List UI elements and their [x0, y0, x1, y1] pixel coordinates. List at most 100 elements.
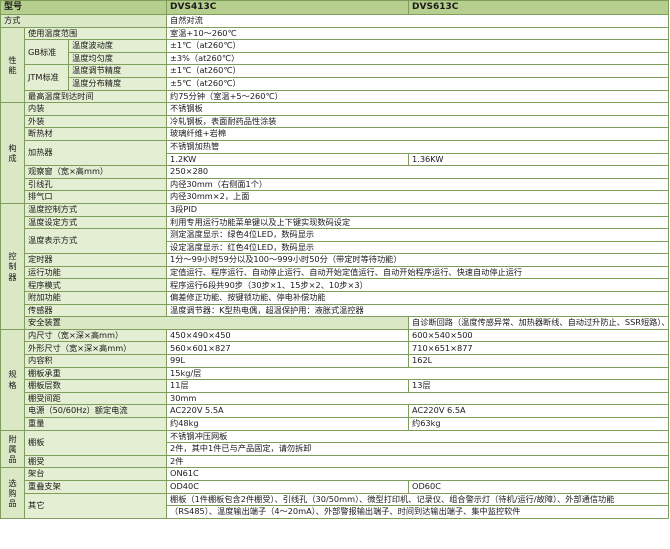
run-func-label: 运行功能	[23, 265, 168, 280]
spec-inner-size-row: 规格 内尺寸（宽×深×高mm） 450×490×450 600×540×500	[0, 328, 670, 431]
ctrl-run-row: 运行功能 定值运行、程序运行、自动停止运行、自动开始定值运行、自动开始程序运行、…	[1, 265, 670, 280]
acc-shelf-material: 不锈钢冲压网板	[166, 429, 670, 444]
model-label: 型号	[0, 0, 168, 15]
stack-613: OD60C	[408, 479, 670, 494]
fluctuation-label: 温度波动度	[67, 39, 168, 53]
window-label: 观察窗（宽×高mm）	[23, 165, 168, 179]
fluctuation-value: ±1℃（at260℃）	[166, 39, 670, 53]
opt-stand-row: 选购品 架台 ON61C	[0, 467, 670, 519]
acc-shelf-rest-label: 棚受	[23, 454, 168, 469]
insulation-value: 玻璃纤维+岩棉	[166, 127, 670, 141]
cons-inner-row: 构成 内装 不锈钢板	[0, 102, 670, 204]
spec-table: 型号 DVS413C DVS613C 方式 自然对流 性能 使用温度范围 室温+…	[0, 0, 670, 519]
stand-value: ON61C	[166, 467, 670, 481]
heater-material: 不锈钢加热管	[166, 139, 670, 154]
opt-other-row: 其它 棚板（1件棚板包含2件棚受）、引线孔（30/50mm）、微型打印机、记录仪…	[1, 492, 670, 519]
ctrl-method-row: 控制器 温度控制方式 3段PID	[0, 202, 670, 330]
perf-fluctuation-row: GB标准 温度波动度 ±1℃（at260℃）	[1, 39, 670, 66]
cons-exhaust-row: 排气口 内径30mm×2，上面	[1, 190, 670, 204]
heater-power-413: 1.2KW	[166, 152, 410, 167]
accessories-category: 附属品	[0, 429, 25, 469]
opt-stack-row: 重叠支架 OD40C OD60C	[1, 479, 670, 494]
inner-size-613: 600×540×500	[408, 328, 670, 343]
cons-outer-row: 外装 冷轧钢板，表面耐药品性涂装	[1, 114, 670, 129]
heater-power-613: 1.36KW	[408, 152, 670, 167]
ctrl-setting-row: 温度设定方式 利用专用运行功能菜单键以及上下键实现数码设定	[1, 215, 670, 230]
volume-613: 162L	[408, 354, 670, 368]
distribution-value: ±5℃（at260℃）	[166, 76, 670, 91]
acc-shelf-rest-value: 2件	[166, 454, 670, 469]
other-line1: 棚板（1件棚板包含2件棚受）、引线孔（30/50mm）、微型打印机、记录仪、组合…	[166, 492, 670, 507]
control-method-value: 3段PID	[166, 202, 670, 217]
shelf-gap-value: 30mm	[166, 391, 670, 406]
acc-shelf-note: 2件，其中1件已与产品固定，请勿拆卸	[166, 442, 670, 456]
weight-613: 约63kg	[408, 417, 670, 431]
safety-label: 安全装置	[23, 316, 410, 330]
lead-hole-value: 内径30mm（右侧面1个）	[166, 177, 670, 192]
ctrl-sensor-row: 传感器 温度调节器：K型热电偶，超温保护用：液胀式温控器	[1, 303, 670, 318]
spec-power-row: 电源（50/60Hz）额定电流 AC220V 5.5A AC220V 6.5A	[1, 404, 670, 418]
outer-size-413: 560×601×827	[166, 341, 410, 356]
extra-func-label: 附加功能	[23, 291, 168, 305]
other-line2: （RS485）、温度输出端子（4～20mA）、外部警报输出端子、时间到达输出端子…	[166, 505, 670, 519]
safety-value: 自诊断回路（温度传感异常、加热器断线、自动过升防止、SSR短路）、独立过升防止器…	[408, 316, 670, 330]
program-label: 程序模式	[23, 278, 168, 293]
jtm-standard-label: JTM标准	[24, 64, 69, 91]
adjust-value: ±1℃（at260℃）	[166, 64, 670, 78]
ctrl-display-row: 温度表示方式 测定温度显示：绿色4位LED，数码显示	[1, 228, 670, 255]
header-row: 型号 DVS413C DVS613C	[0, 0, 670, 15]
uniformity-value: ±3%（at260℃）	[166, 51, 670, 66]
volume-label: 内容积	[23, 354, 168, 368]
stand-label: 架台	[23, 467, 168, 481]
spec-weight-row: 重量 约48kg 约63kg	[1, 417, 670, 431]
uniformity-label: 温度均匀度	[67, 51, 168, 66]
window-value: 250×280	[166, 165, 670, 179]
cons-insulation-row: 断热材 玻璃纤维+岩棉	[1, 127, 670, 141]
shelf-gap-label: 棚受间距	[23, 391, 168, 406]
inner-size-413: 450×490×450	[166, 328, 410, 343]
outer-size-label: 外形尺寸（宽×深×高mm）	[23, 341, 168, 356]
perf-temp-range-row: 性能 使用温度范围 室温+10～260℃	[0, 26, 670, 104]
timer-label: 定时器	[23, 253, 168, 267]
exhaust-label: 排气口	[23, 190, 168, 204]
run-func-value: 定值运行、程序运行、自动停止运行、自动开始定值运行、自动开始程序运行、快速自动停…	[166, 265, 670, 280]
method-row: 方式 自然对流	[0, 14, 670, 28]
acc-shelf-row: 附属品 棚板 不锈钢冲压网板	[0, 429, 670, 469]
outer-size-613: 710×651×877	[408, 341, 670, 356]
inner-label: 内装	[23, 102, 168, 116]
specs-category: 规格	[0, 328, 25, 431]
spec-outer-size-row: 外形尺寸（宽×深×高mm） 560×601×827 710×651×877	[1, 341, 670, 356]
other-label: 其它	[23, 492, 168, 519]
timer-value: 1分～99小时59分以及100～999小时50分（带定时等待功能）	[166, 253, 670, 267]
temp-range-label: 使用温度范围	[23, 26, 168, 41]
acc-shelf-rest-row: 棚受 2件	[1, 454, 670, 469]
performance-category: 性能	[0, 26, 25, 104]
extra-func-value: 偏差修正功能、按键锁功能、停电补偿功能	[166, 291, 670, 305]
max-time-value: 约75分钟（室温+5～260℃）	[166, 89, 670, 104]
stack-label: 重叠支架	[23, 479, 168, 494]
power-label: 电源（50/60Hz）额定电流	[23, 404, 168, 418]
sensor-value: 温度调节器：K型热电偶，超温保护用：液胀式温控器	[166, 303, 670, 318]
gb-standard-label: GB标准	[24, 39, 69, 66]
options-category: 选购品	[0, 467, 25, 519]
display-measured: 测定温度显示：绿色4位LED，数码显示	[166, 228, 670, 242]
display-set: 设定温度显示：红色4位LED，数码显示	[166, 240, 670, 255]
setting-method-value: 利用专用运行功能菜单键以及上下键实现数码设定	[166, 215, 670, 230]
ctrl-extra-row: 附加功能 偏差修正功能、按键锁功能、停电补偿功能	[1, 291, 670, 305]
shelf-count-label: 棚板层数	[23, 379, 168, 393]
inner-value: 不锈钢板	[166, 102, 670, 116]
acc-shelf-label: 棚板	[23, 429, 168, 456]
setting-method-label: 温度设定方式	[23, 215, 168, 230]
method-value: 自然对流	[166, 14, 670, 28]
outer-value: 冷轧钢板，表面耐药品性涂装	[166, 114, 670, 129]
perf-max-time-row: 最高温度到达时间 约75分钟（室温+5～260℃）	[1, 89, 670, 104]
inner-size-label: 内尺寸（宽×深×高mm）	[23, 328, 168, 343]
program-value: 程序运行6段共90步（30步×1、15步×2、10步×3）	[166, 278, 670, 293]
insulation-label: 断热材	[23, 127, 168, 141]
shelf-count-413: 11层	[166, 379, 410, 393]
power-613: AC220V 6.5A	[408, 404, 670, 418]
ctrl-timer-row: 定时器 1分～99小时59分以及100～999小时50分（带定时等待功能）	[1, 253, 670, 267]
exhaust-value: 内径30mm×2，上面	[166, 190, 670, 204]
weight-label: 重量	[23, 417, 168, 431]
lead-hole-label: 引线孔	[23, 177, 168, 192]
